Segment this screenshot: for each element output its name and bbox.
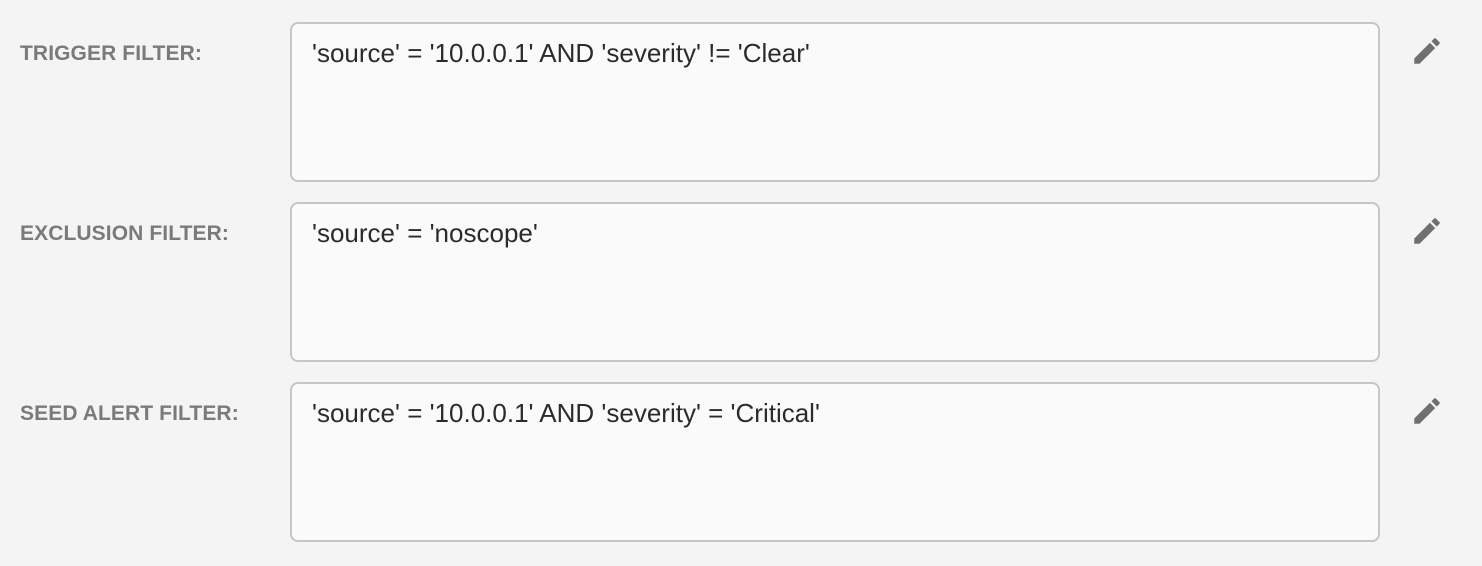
seed-alert-filter-label: SEED ALERT FILTER: <box>20 402 239 425</box>
seed-alert-filter-field[interactable]: 'source' = '10.0.0.1' AND 'severity' = '… <box>290 382 1380 542</box>
exclusion-filter-row: EXCLUSION FILTER: 'source' = 'noscope' <box>0 202 1482 362</box>
pencil-icon <box>1410 34 1444 73</box>
seed-alert-filter-row: SEED ALERT FILTER: 'source' = '10.0.0.1'… <box>0 382 1482 542</box>
exclusion-filter-label: EXCLUSION FILTER: <box>20 222 229 245</box>
seed-alert-filter-edit-button[interactable] <box>1408 394 1446 432</box>
pencil-icon <box>1410 394 1444 433</box>
exclusion-filter-edit-button[interactable] <box>1408 214 1446 252</box>
trigger-filter-row: TRIGGER FILTER: 'source' = '10.0.0.1' AN… <box>0 22 1482 182</box>
exclusion-filter-field[interactable]: 'source' = 'noscope' <box>290 202 1380 362</box>
pencil-icon <box>1410 214 1444 253</box>
trigger-filter-label: TRIGGER FILTER: <box>20 42 202 65</box>
trigger-filter-field[interactable]: 'source' = '10.0.0.1' AND 'severity' != … <box>290 22 1380 182</box>
trigger-filter-edit-button[interactable] <box>1408 34 1446 72</box>
filter-settings-panel: TRIGGER FILTER: 'source' = '10.0.0.1' AN… <box>0 0 1482 566</box>
